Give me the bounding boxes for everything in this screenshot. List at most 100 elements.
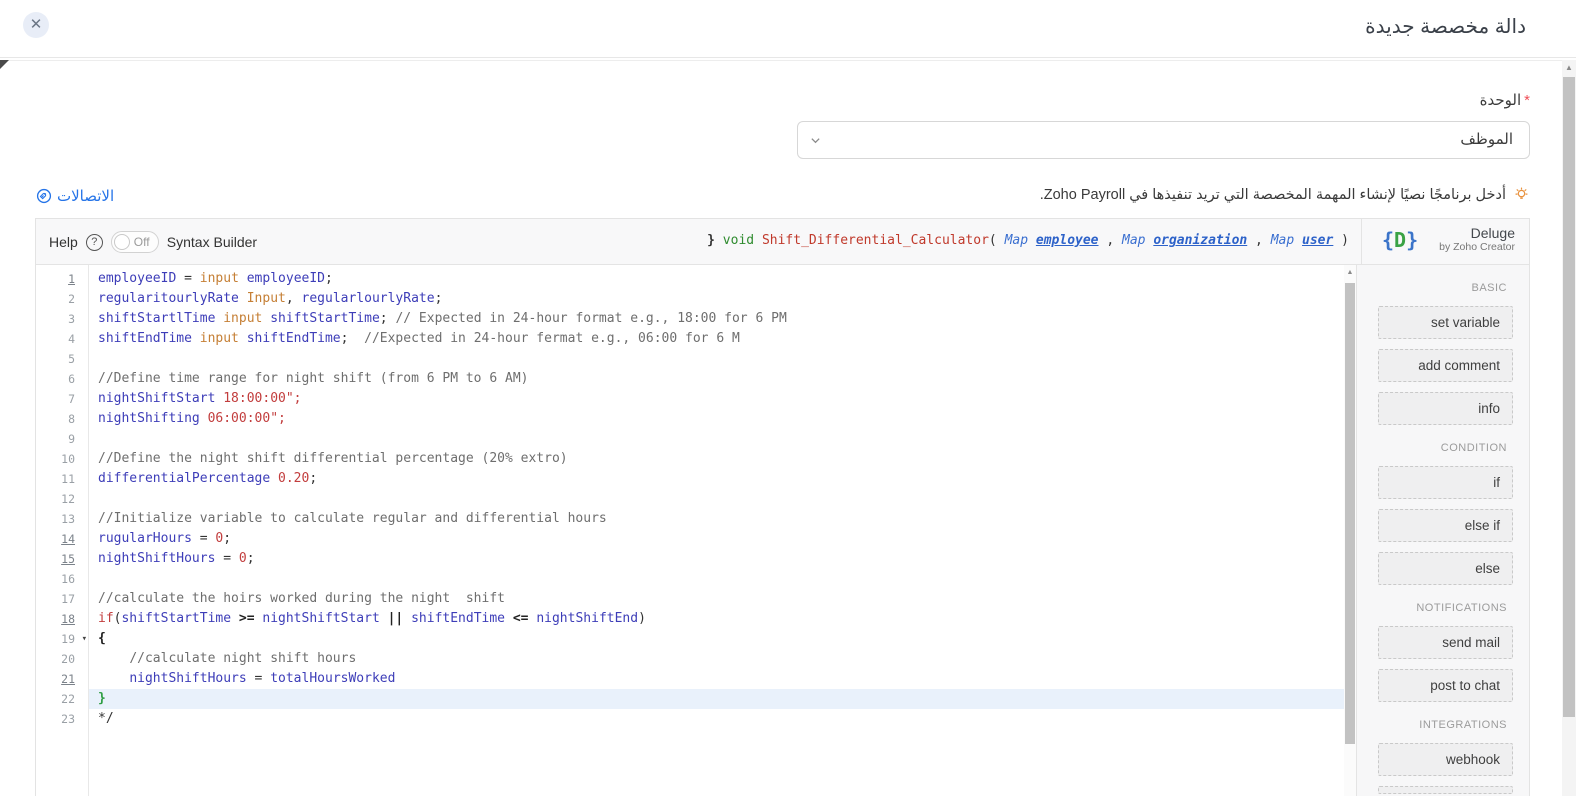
code-line-18[interactable]: if(shiftStartTime >= nightShiftStart || … <box>89 609 1344 629</box>
snippet-button-else-if[interactable]: else if <box>1378 509 1513 542</box>
line-number[interactable]: 22 <box>36 689 88 709</box>
code-token: //Define the night shift differential pe… <box>98 451 568 466</box>
code-line-13[interactable]: //Initialize variable to calculate regul… <box>89 509 1344 529</box>
code-token: 0 <box>239 551 247 566</box>
line-number[interactable]: 6 <box>36 369 88 389</box>
code-area[interactable]: employeeID = input employeeID;regularito… <box>89 265 1344 796</box>
line-number[interactable]: 12 <box>36 489 88 509</box>
snippet-button-info[interactable]: info <box>1378 392 1513 425</box>
line-number[interactable]: 13 <box>36 509 88 529</box>
code-line-22[interactable]: } <box>89 689 1344 709</box>
code-token: shiftStartTime <box>270 311 380 326</box>
code-line-5[interactable] <box>89 349 1344 369</box>
code-line-2[interactable]: regularitourlyRate Input, regularlourlyR… <box>89 289 1344 309</box>
line-number[interactable]: 10 <box>36 449 88 469</box>
line-number[interactable]: 1 <box>36 269 88 289</box>
code-line-15[interactable]: nightShiftHours = 0; <box>89 549 1344 569</box>
snippet-button-partial[interactable] <box>1378 786 1513 794</box>
editor-scrollbar-thumb[interactable] <box>1345 283 1355 744</box>
snippet-sidebar: BASICset variableadd commentinfoCONDITIO… <box>1356 265 1529 796</box>
code-token: // Expected in 24-hour format e.g., 18:0… <box>395 311 786 326</box>
code-token: } <box>98 691 106 706</box>
code-token: ; <box>309 471 317 486</box>
page-scroll-up-icon[interactable]: ▲ <box>1562 63 1576 72</box>
snippet-button-webhook[interactable]: webhook <box>1378 743 1513 776</box>
scroll-up-icon[interactable]: ▲ <box>1344 269 1356 276</box>
code-line-14[interactable]: rugularHours = 0; <box>89 529 1344 549</box>
chevron-down-icon <box>810 135 820 145</box>
line-number[interactable]: 15 <box>36 549 88 569</box>
line-number[interactable]: 17 <box>36 589 88 609</box>
page-scrollbar[interactable]: ▲ <box>1562 60 1576 796</box>
line-number[interactable]: 18 <box>36 609 88 629</box>
code-line-19[interactable]: { <box>89 629 1344 649</box>
snippet-button-if[interactable]: if <box>1378 466 1513 499</box>
deluge-name: Deluge <box>1439 225 1515 241</box>
help-icon[interactable]: ? <box>86 234 103 251</box>
snippet-button-set-variable[interactable]: set variable <box>1378 306 1513 339</box>
code-line-9[interactable] <box>89 429 1344 449</box>
signature-token: void <box>723 233 754 248</box>
editor-scrollbar[interactable]: ▲ <box>1344 265 1356 796</box>
line-number[interactable]: 19▾ <box>36 629 88 649</box>
code-token: //Define time range for night shift (fro… <box>98 371 528 386</box>
line-number[interactable]: 2 <box>36 289 88 309</box>
code-line-8[interactable]: nightShifting 06:00:00"; <box>89 409 1344 429</box>
connections-link[interactable]: الاتصالات <box>36 187 114 205</box>
code-token: ; <box>325 271 333 286</box>
sidebar-section-title: NOTIFICATIONS <box>1379 602 1507 614</box>
page-scrollbar-thumb[interactable] <box>1563 77 1575 717</box>
fold-toggle-icon[interactable]: ▾ <box>82 629 87 649</box>
code-token: 0.20 <box>278 471 309 486</box>
code-token: ; <box>223 531 231 546</box>
code-line-1[interactable]: employeeID = input employeeID; <box>89 269 1344 289</box>
line-number[interactable]: 5 <box>36 349 88 369</box>
syntax-builder-label: Syntax Builder <box>167 234 257 250</box>
line-number[interactable]: 23 <box>36 709 88 729</box>
module-select[interactable]: الموظف <box>797 121 1530 159</box>
code-line-3[interactable]: shiftStartlTime input shiftStartTime; //… <box>89 309 1344 329</box>
snippet-button-else[interactable]: else <box>1378 552 1513 585</box>
signature-token[interactable]: organization <box>1153 233 1247 248</box>
line-number[interactable]: 21 <box>36 669 88 689</box>
editor-header-left: Help ? Off Syntax Builder <box>49 219 257 265</box>
line-number[interactable]: 11 <box>36 469 88 489</box>
code-token: nightShiftHours <box>129 671 246 686</box>
code-token: { <box>98 631 106 646</box>
snippet-button-add-comment[interactable]: add comment <box>1378 349 1513 382</box>
code-token: //Expected in 24-hour fermat e.g., 06:00… <box>364 331 740 346</box>
code-line-23[interactable]: */ <box>89 709 1344 729</box>
code-line-11[interactable]: differentialPercentage 0.20; <box>89 469 1344 489</box>
code-line-17[interactable]: //calculate the hoirs worked during the … <box>89 589 1344 609</box>
line-number[interactable]: 14 <box>36 529 88 549</box>
code-line-16[interactable] <box>89 569 1344 589</box>
line-number[interactable]: 16 <box>36 569 88 589</box>
line-number[interactable]: 4 <box>36 329 88 349</box>
syntax-builder-toggle[interactable]: Off <box>111 231 159 253</box>
code-token: 06:00:00"; <box>208 411 286 426</box>
code-token: ; <box>341 331 364 346</box>
code-line-6[interactable]: //Define time range for night shift (fro… <box>89 369 1344 389</box>
code-token: employeeID <box>247 271 325 286</box>
required-asterisk: * <box>1524 92 1530 109</box>
code-line-4[interactable]: shiftEndTime input shiftEndTime; //Expec… <box>89 329 1344 349</box>
line-number[interactable]: 20 <box>36 649 88 669</box>
close-icon[interactable]: ✕ <box>23 12 49 38</box>
line-number[interactable]: 3 <box>36 309 88 329</box>
code-line-12[interactable] <box>89 489 1344 509</box>
signature-token: } <box>707 233 723 248</box>
code-line-20[interactable]: //calculate night shift hours <box>89 649 1344 669</box>
snippet-button-send-mail[interactable]: send mail <box>1378 626 1513 659</box>
code-line-10[interactable]: //Define the night shift differential pe… <box>89 449 1344 469</box>
snippet-button-post-to-chat[interactable]: post to chat <box>1378 669 1513 702</box>
signature-token[interactable]: user <box>1302 233 1333 248</box>
module-field-label: الوحدة* <box>1480 91 1530 109</box>
line-number[interactable]: 8 <box>36 409 88 429</box>
code-token <box>380 611 388 626</box>
line-number[interactable]: 7 <box>36 389 88 409</box>
signature-token[interactable]: employee <box>1036 233 1099 248</box>
signature-token: , <box>1099 233 1122 248</box>
code-line-7[interactable]: nightShiftStart 18:00:00"; <box>89 389 1344 409</box>
code-line-21[interactable]: nightShiftHours = totalHoursWorked <box>89 669 1344 689</box>
line-number[interactable]: 9 <box>36 429 88 449</box>
